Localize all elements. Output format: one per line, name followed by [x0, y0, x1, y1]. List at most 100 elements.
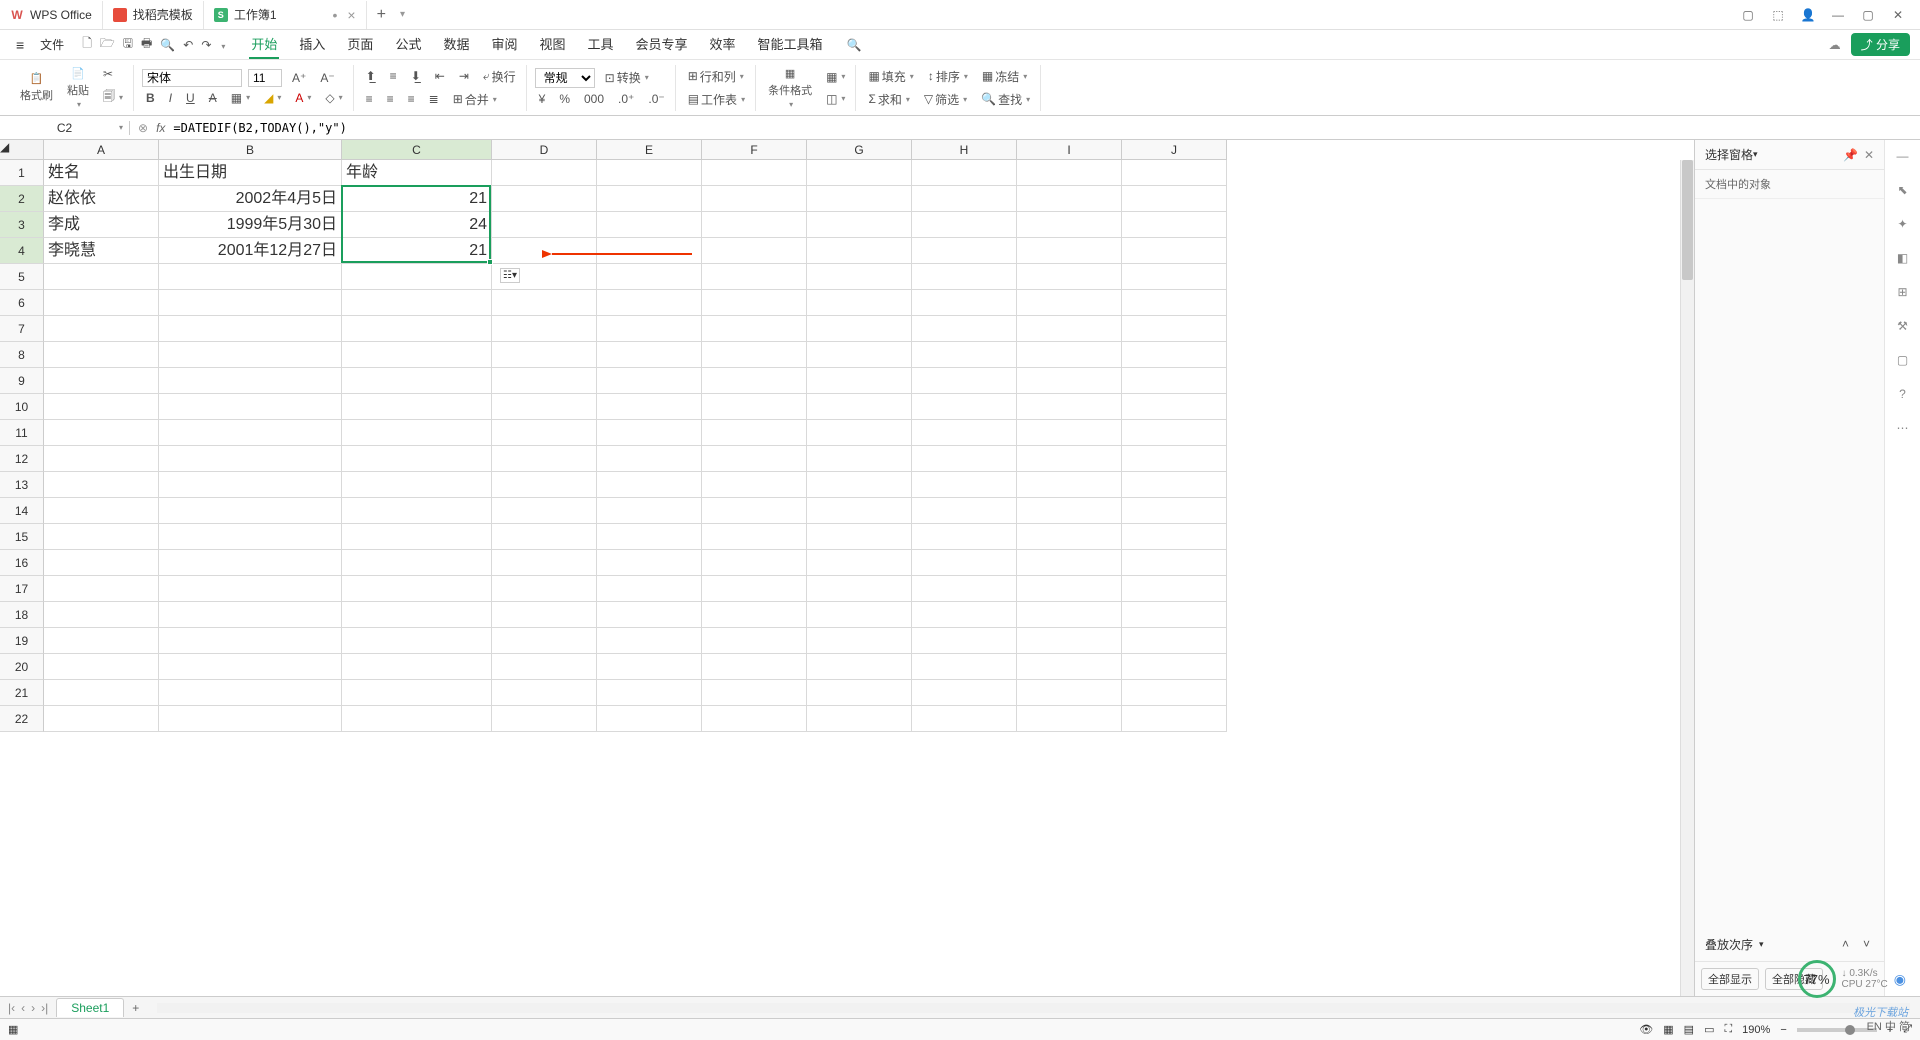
cell[interactable]: [1017, 186, 1122, 212]
worksheet-button[interactable]: ▤工作表: [684, 89, 749, 110]
bold-icon[interactable]: B: [142, 89, 159, 107]
cell[interactable]: [807, 342, 912, 368]
cell[interactable]: [44, 628, 159, 654]
fx-icon[interactable]: fx: [156, 121, 165, 135]
rowcol-button[interactable]: ⊞行和列: [684, 66, 748, 87]
cell[interactable]: [597, 290, 702, 316]
cell[interactable]: [807, 524, 912, 550]
cell[interactable]: [597, 238, 702, 264]
underline-icon[interactable]: U: [182, 89, 199, 107]
italic-icon[interactable]: I: [165, 89, 176, 107]
row-header[interactable]: 11: [0, 420, 44, 446]
print-icon[interactable]: 🖶: [141, 34, 152, 55]
cell[interactable]: [702, 160, 807, 186]
cell[interactable]: [1017, 472, 1122, 498]
cell[interactable]: [44, 342, 159, 368]
cell[interactable]: [912, 420, 1017, 446]
cell[interactable]: [597, 524, 702, 550]
status-icon[interactable]: ▦: [8, 1023, 18, 1036]
cell[interactable]: [159, 420, 342, 446]
add-tab-button[interactable]: +: [367, 6, 396, 24]
cell[interactable]: [492, 680, 597, 706]
cell[interactable]: [702, 420, 807, 446]
cell[interactable]: [1017, 264, 1122, 290]
cell[interactable]: [1122, 368, 1227, 394]
cell[interactable]: [597, 446, 702, 472]
row-header[interactable]: 10: [0, 394, 44, 420]
cell[interactable]: [912, 186, 1017, 212]
cell[interactable]: [1017, 238, 1122, 264]
horizontal-scrollbar[interactable]: [157, 1003, 1910, 1013]
cell[interactable]: [702, 446, 807, 472]
cell[interactable]: [702, 576, 807, 602]
cell[interactable]: [702, 342, 807, 368]
cell[interactable]: [342, 472, 492, 498]
ribbon-tab-view[interactable]: 视图: [537, 30, 567, 59]
cell[interactable]: [492, 342, 597, 368]
row-header[interactable]: 3: [0, 212, 44, 238]
user-avatar-icon[interactable]: 👤: [1800, 7, 1816, 23]
cell[interactable]: [44, 264, 159, 290]
cell[interactable]: [807, 654, 912, 680]
cell[interactable]: [342, 706, 492, 732]
row-header[interactable]: 20: [0, 654, 44, 680]
cell[interactable]: [807, 602, 912, 628]
cell[interactable]: [342, 550, 492, 576]
tablet-icon[interactable]: ▢: [1893, 350, 1913, 370]
cell[interactable]: [1122, 342, 1227, 368]
cell[interactable]: [807, 238, 912, 264]
cell[interactable]: [1017, 368, 1122, 394]
cell[interactable]: [1122, 498, 1227, 524]
pin-icon[interactable]: 📌: [1843, 148, 1858, 162]
col-header[interactable]: D: [492, 140, 597, 160]
table-style-icon[interactable]: ▦: [822, 68, 849, 86]
row-header[interactable]: 17: [0, 576, 44, 602]
cell[interactable]: [492, 602, 597, 628]
cell[interactable]: [159, 602, 342, 628]
next-sheet-icon[interactable]: ›: [31, 1001, 35, 1015]
cell[interactable]: [1122, 524, 1227, 550]
cut-icon[interactable]: ✂: [99, 65, 127, 83]
cell[interactable]: [597, 498, 702, 524]
cell[interactable]: [44, 550, 159, 576]
cube-icon[interactable]: ⬚: [1770, 7, 1786, 23]
cell[interactable]: [159, 680, 342, 706]
cell[interactable]: [1017, 316, 1122, 342]
cond-format-button[interactable]: ▦条件格式: [764, 65, 816, 111]
cell[interactable]: [702, 628, 807, 654]
cell[interactable]: [702, 212, 807, 238]
tab-dot-icon[interactable]: •: [333, 7, 338, 23]
cell[interactable]: [1122, 472, 1227, 498]
row-header[interactable]: 9: [0, 368, 44, 394]
fill-button[interactable]: ▦填充: [864, 66, 917, 87]
cell[interactable]: [342, 446, 492, 472]
preview-icon[interactable]: 🔍: [160, 38, 175, 52]
cell[interactable]: [1017, 576, 1122, 602]
select-icon[interactable]: ⬉: [1893, 180, 1913, 200]
col-header[interactable]: G: [807, 140, 912, 160]
last-sheet-icon[interactable]: ›|: [41, 1001, 48, 1015]
cell[interactable]: [1017, 550, 1122, 576]
cell[interactable]: [342, 680, 492, 706]
cell[interactable]: [1122, 212, 1227, 238]
cell[interactable]: [1122, 706, 1227, 732]
cell[interactable]: [807, 316, 912, 342]
cell[interactable]: [342, 368, 492, 394]
currency-icon[interactable]: ¥: [535, 90, 550, 108]
cell[interactable]: [912, 524, 1017, 550]
ribbon-tab-insert[interactable]: 插入: [297, 30, 327, 59]
cell[interactable]: [342, 602, 492, 628]
decimal-inc-icon[interactable]: .0⁺: [614, 90, 638, 108]
cell[interactable]: [597, 628, 702, 654]
fx-cancel-icon[interactable]: ⊗: [138, 121, 148, 135]
align-center-icon[interactable]: ≡: [383, 90, 398, 108]
cloud-icon[interactable]: ☁: [1829, 38, 1841, 52]
cell[interactable]: [159, 576, 342, 602]
row-header[interactable]: 6: [0, 290, 44, 316]
ribbon-tab-data[interactable]: 数据: [441, 30, 471, 59]
cell[interactable]: [807, 498, 912, 524]
col-header[interactable]: A: [44, 140, 159, 160]
ribbon-tab-page[interactable]: 页面: [345, 30, 375, 59]
cell[interactable]: [597, 602, 702, 628]
strikethrough-icon[interactable]: A: [205, 89, 221, 107]
